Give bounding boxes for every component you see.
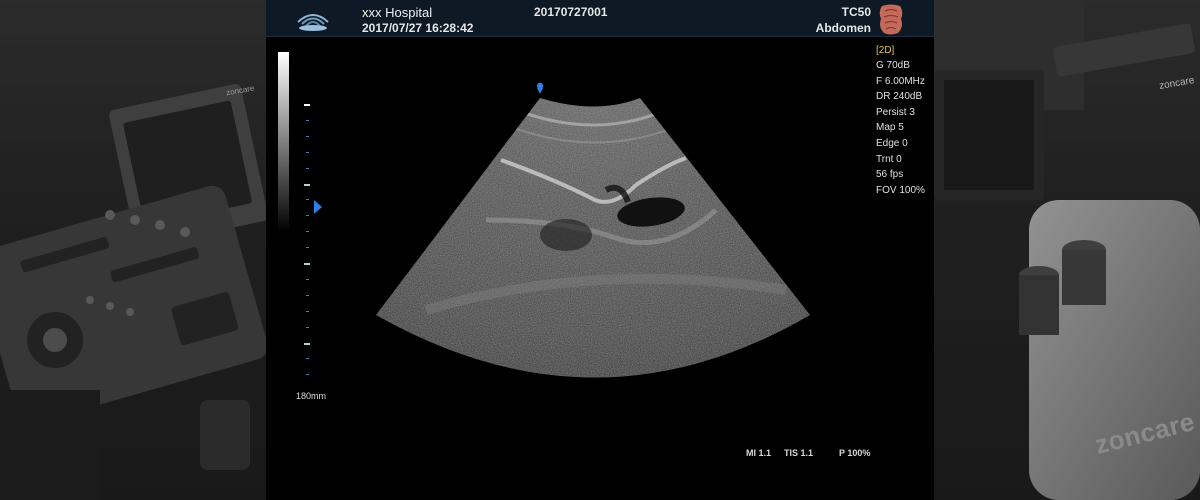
thermal-index: TIS 1.1	[784, 448, 814, 458]
focus-triangle-icon[interactable]	[314, 200, 322, 214]
background-device-left: zoncare	[0, 0, 266, 500]
depth-tick-major	[304, 263, 310, 265]
depth-tick-minor	[306, 135, 309, 137]
depth-tick-minor	[306, 358, 309, 360]
depth-tick-major	[304, 342, 310, 345]
imaging-mode: [2D]	[876, 45, 895, 56]
depth-tick-minor	[306, 199, 309, 201]
param-item: Map 5	[876, 122, 904, 134]
depth-tick-minor	[306, 215, 309, 217]
patient-id: 20170727001	[534, 5, 608, 19]
param-item: Edge 0	[876, 137, 908, 149]
depth-tick-minor	[306, 374, 309, 376]
abdomen-organ-icon	[879, 4, 903, 35]
param-item: DR 240dB	[876, 91, 923, 103]
depth-tick-minor	[306, 294, 309, 296]
ultrasound-image-sector[interactable]	[366, 70, 826, 400]
depth-tick-minor	[306, 167, 309, 169]
depth-tick-minor	[306, 119, 309, 121]
param-item: F 6.00MHz	[876, 75, 925, 87]
imaging-parameters: [2D] G 70dB F 6.00MHz DR 240dB Persist 3…	[876, 43, 925, 198]
background-device-right: zoncare zoncare	[934, 0, 1200, 500]
param-item: FOV 100%	[876, 184, 925, 196]
depth-tick-minor	[306, 247, 309, 249]
depth-tick-minor	[306, 231, 309, 233]
hospital-name: xxx Hospital	[362, 5, 433, 20]
mechanical-index: MI 1.1	[746, 448, 772, 458]
exam-datetime: 2017/07/27 16:28:42	[362, 21, 474, 35]
depth-tick-minor	[306, 151, 309, 153]
grayscale-bar	[278, 52, 289, 232]
param-item: Trnt 0	[876, 153, 902, 165]
param-item: 56 fps	[876, 169, 904, 181]
depth-tick-minor	[306, 278, 309, 280]
depth-tick-minor	[306, 310, 309, 312]
depth-tick-minor	[306, 326, 309, 328]
header-bar: xxx Hospital 2017/07/27 16:28:42 2017072…	[266, 0, 934, 37]
ultrasound-screen: xxx Hospital 2017/07/27 16:28:42 2017072…	[266, 0, 934, 500]
probe-icon	[297, 14, 329, 31]
depth-value: 180mm	[296, 391, 327, 401]
depth-tick-major	[304, 104, 310, 106]
power-level: P 100%	[839, 448, 871, 458]
param-item: G 70dB	[876, 60, 910, 71]
probe-model: TC50	[841, 5, 871, 19]
param-item: Persist 3	[876, 106, 915, 118]
exam-preset: Abdomen	[815, 21, 871, 35]
depth-tick-major	[304, 183, 310, 186]
